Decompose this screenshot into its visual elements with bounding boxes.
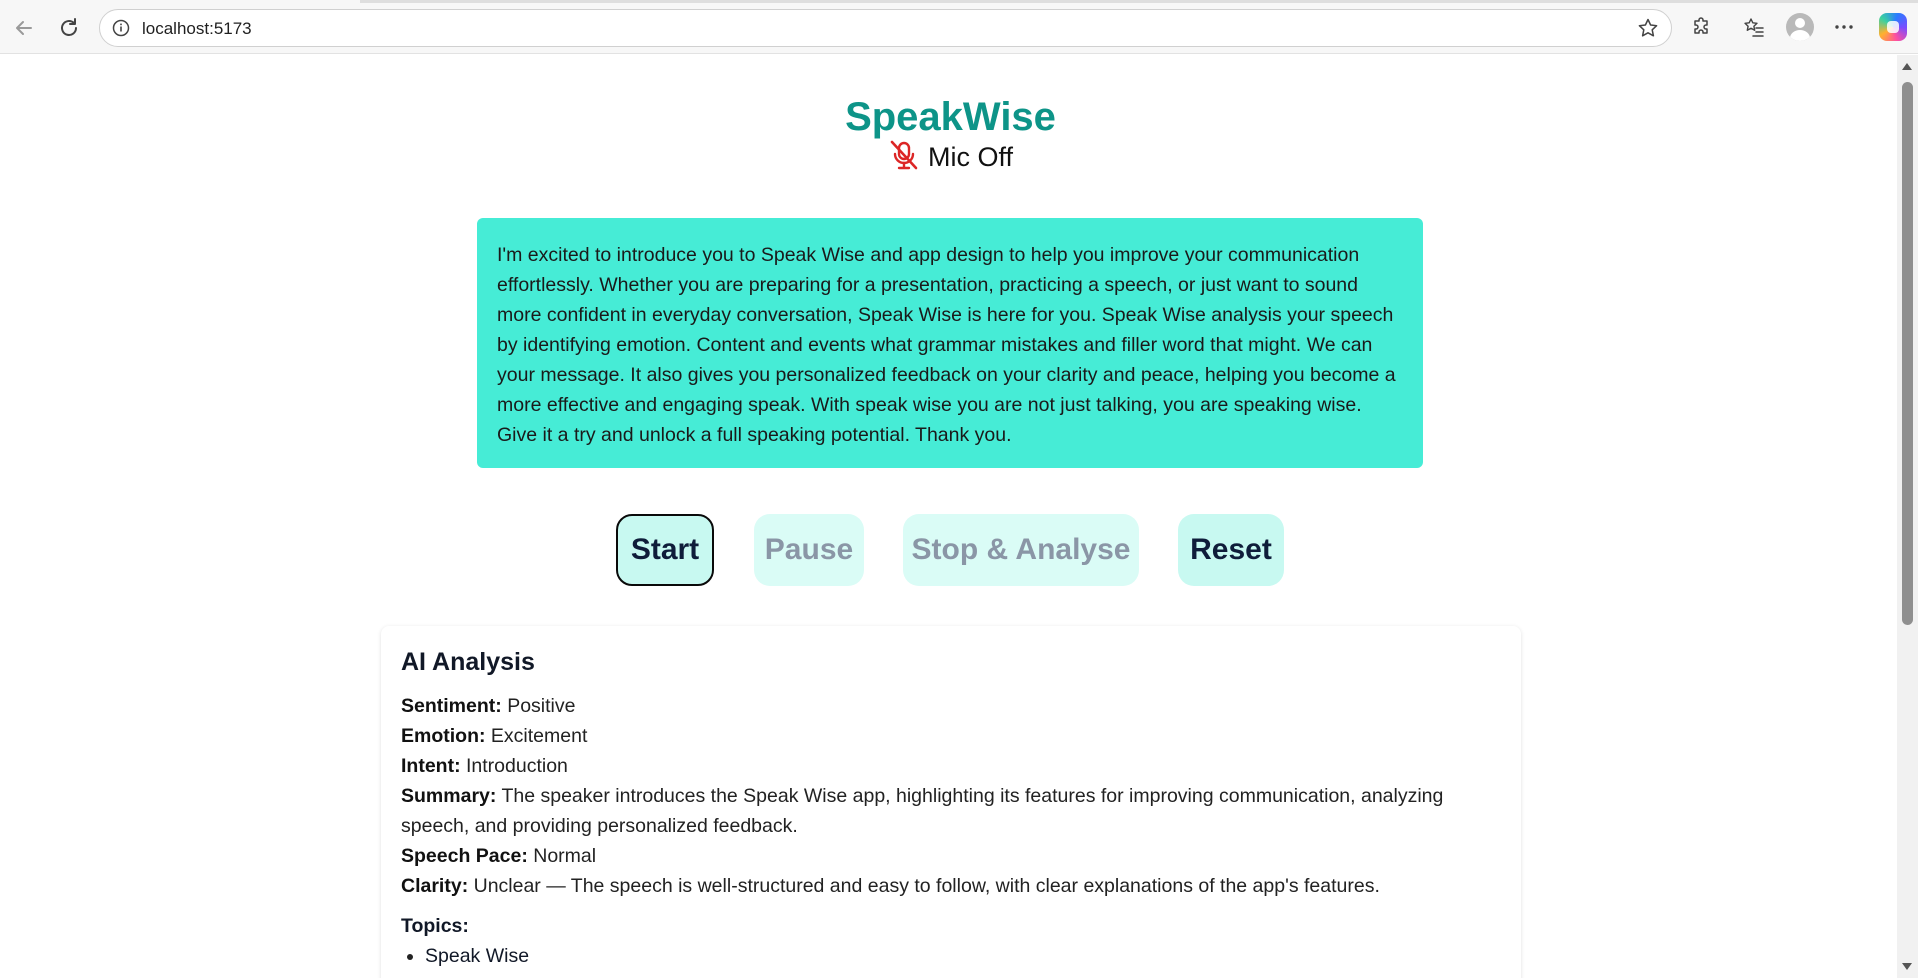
address-bar[interactable]: localhost:5173 [99, 9, 1672, 47]
emotion-label: Emotion: [401, 725, 486, 747]
back-arrow-icon[interactable] [8, 12, 40, 44]
summary-row: Summary: The speaker introduces the Spea… [401, 781, 1501, 841]
reset-button[interactable]: Reset [1178, 514, 1284, 586]
start-button[interactable]: Start [616, 514, 714, 586]
favorites-list-icon[interactable] [1741, 14, 1767, 40]
page-viewport: SpeakWise Mic Off I'm excited to introdu… [4, 55, 1897, 978]
speech-pace-label: Speech Pace: [401, 845, 528, 867]
control-buttons: Start Pause Stop & Analyse Reset [4, 514, 1897, 586]
clarity-row: Clarity: Unclear — The speech is well-st… [401, 871, 1501, 901]
puzzle-icon[interactable] [1689, 14, 1715, 40]
emotion-value: Excitement [490, 725, 588, 747]
url-text[interactable]: localhost:5173 [142, 19, 252, 39]
tab-strip [0, 0, 1918, 3]
vertical-scrollbar[interactable] [1897, 55, 1918, 978]
intent-label: Intent: [401, 755, 461, 777]
scroll-down-arrow-icon[interactable] [1902, 963, 1912, 970]
analysis-heading: AI Analysis [401, 648, 535, 676]
reload-icon[interactable] [53, 12, 85, 44]
sentiment-row: Sentiment: Positive [401, 691, 1501, 721]
mic-status: Mic Off [4, 139, 1897, 176]
browser-toolbar: localhost:5173 [0, 0, 1918, 54]
sentiment-value: Positive [507, 695, 576, 717]
topics-heading: Topics: [401, 915, 469, 937]
emotion-row: Emotion: Excitement [401, 721, 1501, 751]
intent-value: Introduction [466, 755, 568, 777]
pause-button[interactable]: Pause [754, 514, 864, 586]
sentiment-label: Sentiment: [401, 695, 502, 717]
transcript-text: I'm excited to introduce you to Speak Wi… [497, 244, 1396, 446]
star-icon[interactable] [1637, 17, 1659, 39]
more-dots-icon[interactable] [1831, 14, 1857, 40]
stop-analyse-button[interactable]: Stop & Analyse [903, 514, 1139, 586]
intent-row: Intent: Introduction [401, 751, 1501, 781]
speech-pace-row: Speech Pace: Normal [401, 841, 1501, 871]
ai-analysis-card: AI Analysis Sentiment: Positive Emotion:… [381, 626, 1521, 978]
summary-label: Summary: [401, 785, 497, 807]
list-item: Speak Wise [405, 941, 1501, 971]
speech-pace-value: Normal [533, 845, 597, 867]
copilot-icon[interactable] [1879, 13, 1907, 41]
summary-value: The speaker introduces the Speak Wise ap… [401, 785, 1444, 837]
scroll-up-arrow-icon[interactable] [1902, 63, 1912, 70]
mic-status-label: Mic Off [927, 142, 1013, 172]
scrollbar-thumb[interactable] [1902, 82, 1913, 625]
app-title: SpeakWise [845, 95, 1056, 139]
clarity-label: Clarity: [401, 875, 469, 897]
topics-list: Speak Wise [401, 941, 1501, 971]
avatar[interactable] [1786, 13, 1814, 41]
info-icon[interactable] [112, 19, 130, 37]
clarity-value: Unclear — The speech is well-structured … [473, 875, 1380, 897]
transcript-box: I'm excited to introduce you to Speak Wi… [477, 218, 1423, 468]
mic-off-icon [888, 139, 920, 176]
